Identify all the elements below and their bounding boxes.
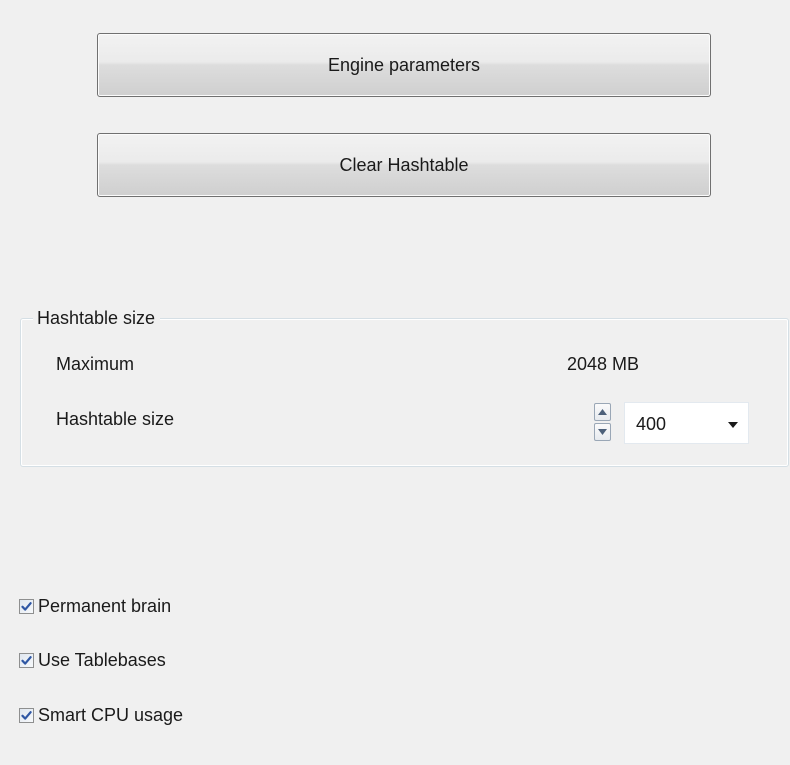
- use-tablebases-label: Use Tablebases: [38, 650, 166, 670]
- checkmark-icon: [21, 710, 32, 720]
- smart-cpu-usage-checkbox[interactable]: Smart CPU usage: [19, 703, 183, 727]
- spin-up-arrow-icon: [598, 409, 607, 415]
- clear-hashtable-button[interactable]: Clear Hashtable: [97, 133, 711, 197]
- hashtable-size-value: 400: [636, 414, 667, 434]
- maximum-label: Maximum: [56, 354, 135, 374]
- chevron-down-icon[interactable]: [728, 422, 738, 428]
- use-tablebases-checkbox[interactable]: Use Tablebases: [19, 648, 166, 672]
- permanent-brain-label: Permanent brain: [38, 596, 172, 616]
- checkbox-box[interactable]: [19, 652, 34, 668]
- spin-down-button[interactable]: [594, 423, 611, 441]
- checkmark-icon: [21, 655, 32, 665]
- hashtable-size-spinner: [594, 402, 622, 442]
- spin-up-button[interactable]: [594, 403, 611, 421]
- checkmark-icon: [21, 601, 32, 611]
- engine-parameters-button[interactable]: Engine parameters: [97, 33, 711, 97]
- hashtable-size-label: Hashtable size: [56, 409, 175, 429]
- maximum-value: 2048 MB: [567, 354, 640, 374]
- checkbox-box[interactable]: [19, 598, 34, 614]
- spin-down-arrow-icon: [598, 429, 607, 435]
- checkbox-box[interactable]: [19, 707, 34, 723]
- permanent-brain-checkbox[interactable]: Permanent brain: [19, 594, 171, 618]
- hashtable-size-combo[interactable]: 400: [624, 402, 749, 444]
- smart-cpu-usage-label: Smart CPU usage: [38, 705, 184, 725]
- hashtable-size-group: [20, 318, 789, 467]
- hashtable-group-title: Hashtable size: [33, 305, 161, 331]
